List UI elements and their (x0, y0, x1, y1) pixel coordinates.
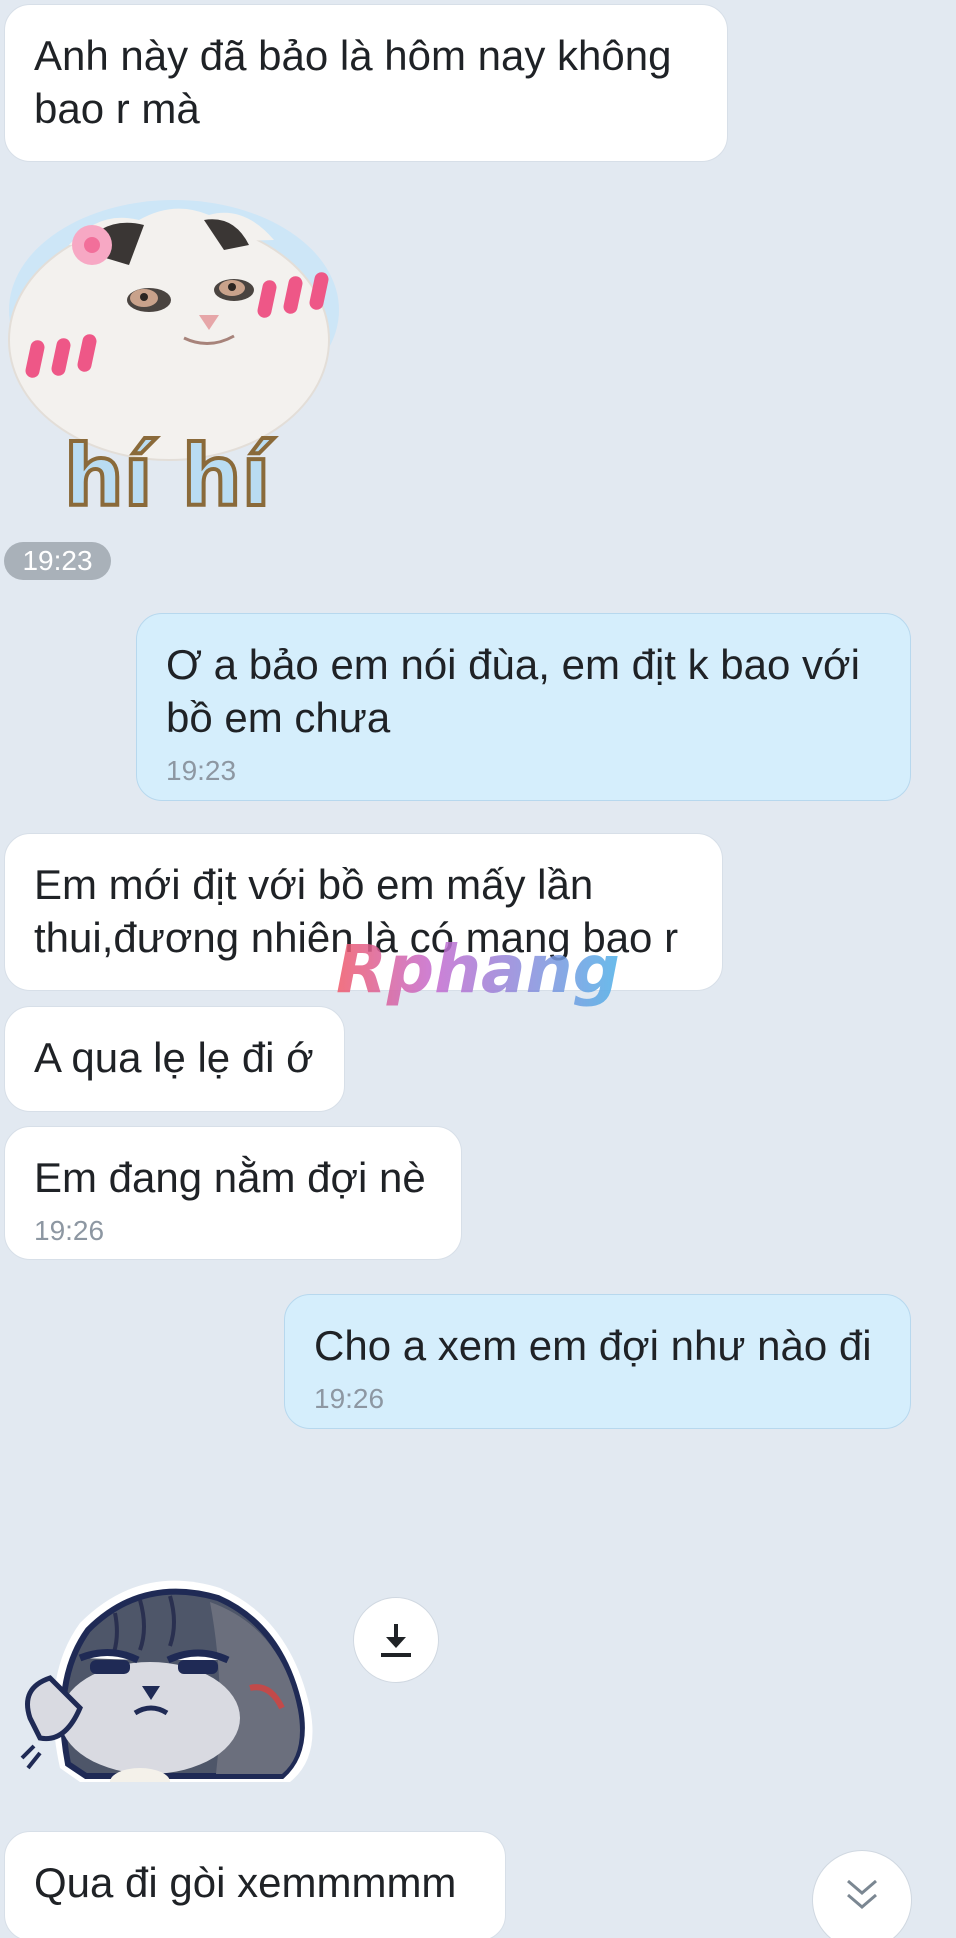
seal-sticker[interactable] (20, 1568, 320, 1796)
sticker-timestamp: 19:23 (4, 542, 111, 580)
cat-sticker[interactable]: hí hí (4, 190, 344, 527)
seal-sticker-image (20, 1580, 313, 1796)
message-bubble-sent[interactable]: Ơ a bảo em nói đùa, em địt k bao với bồ … (136, 613, 911, 801)
message-time: 19:23 (166, 755, 237, 786)
watermark-text: Rphang (336, 931, 620, 1008)
message-time: 19:26 (314, 1383, 385, 1414)
message-text: A qua lẹ lẹ đi ớ (34, 1034, 314, 1081)
message-text: Qua đi gòi xemmmmm (34, 1859, 457, 1906)
message-time: 19:26 (34, 1215, 105, 1246)
message-text: Ơ a bảo em nói đùa, em địt k bao với bồ … (166, 641, 860, 741)
message-bubble-received[interactable]: A qua lẹ lẹ đi ớ (4, 1006, 345, 1112)
cat-sticker-image: hí hí (8, 200, 339, 527)
watermark-logo: Rphang (332, 930, 632, 1010)
message-bubble-received[interactable]: Qua đi gòi xemmmmm (4, 1831, 506, 1938)
message-text: Em đang nằm đợi nè (34, 1154, 426, 1201)
message-text: Anh này đã bảo là hôm nay không bao r mà (34, 32, 672, 132)
message-bubble-sent[interactable]: Cho a xem em đợi như nào đi 19:26 (284, 1294, 911, 1429)
message-text: Cho a xem em đợi như nào đi (314, 1322, 872, 1369)
sticker-caption: hí hí (64, 427, 275, 520)
scroll-to-bottom-button[interactable] (812, 1850, 912, 1938)
message-bubble-received[interactable]: Anh này đã bảo là hôm nay không bao r mà (4, 4, 728, 162)
double-chevron-down-icon (847, 1879, 877, 1909)
download-icon (381, 1624, 411, 1657)
chat-view[interactable]: Anh này đã bảo là hôm nay không bao r mà (0, 0, 956, 1938)
download-button[interactable] (353, 1597, 439, 1683)
message-bubble-received[interactable]: Em đang nằm đợi nè 19:26 (4, 1126, 462, 1260)
